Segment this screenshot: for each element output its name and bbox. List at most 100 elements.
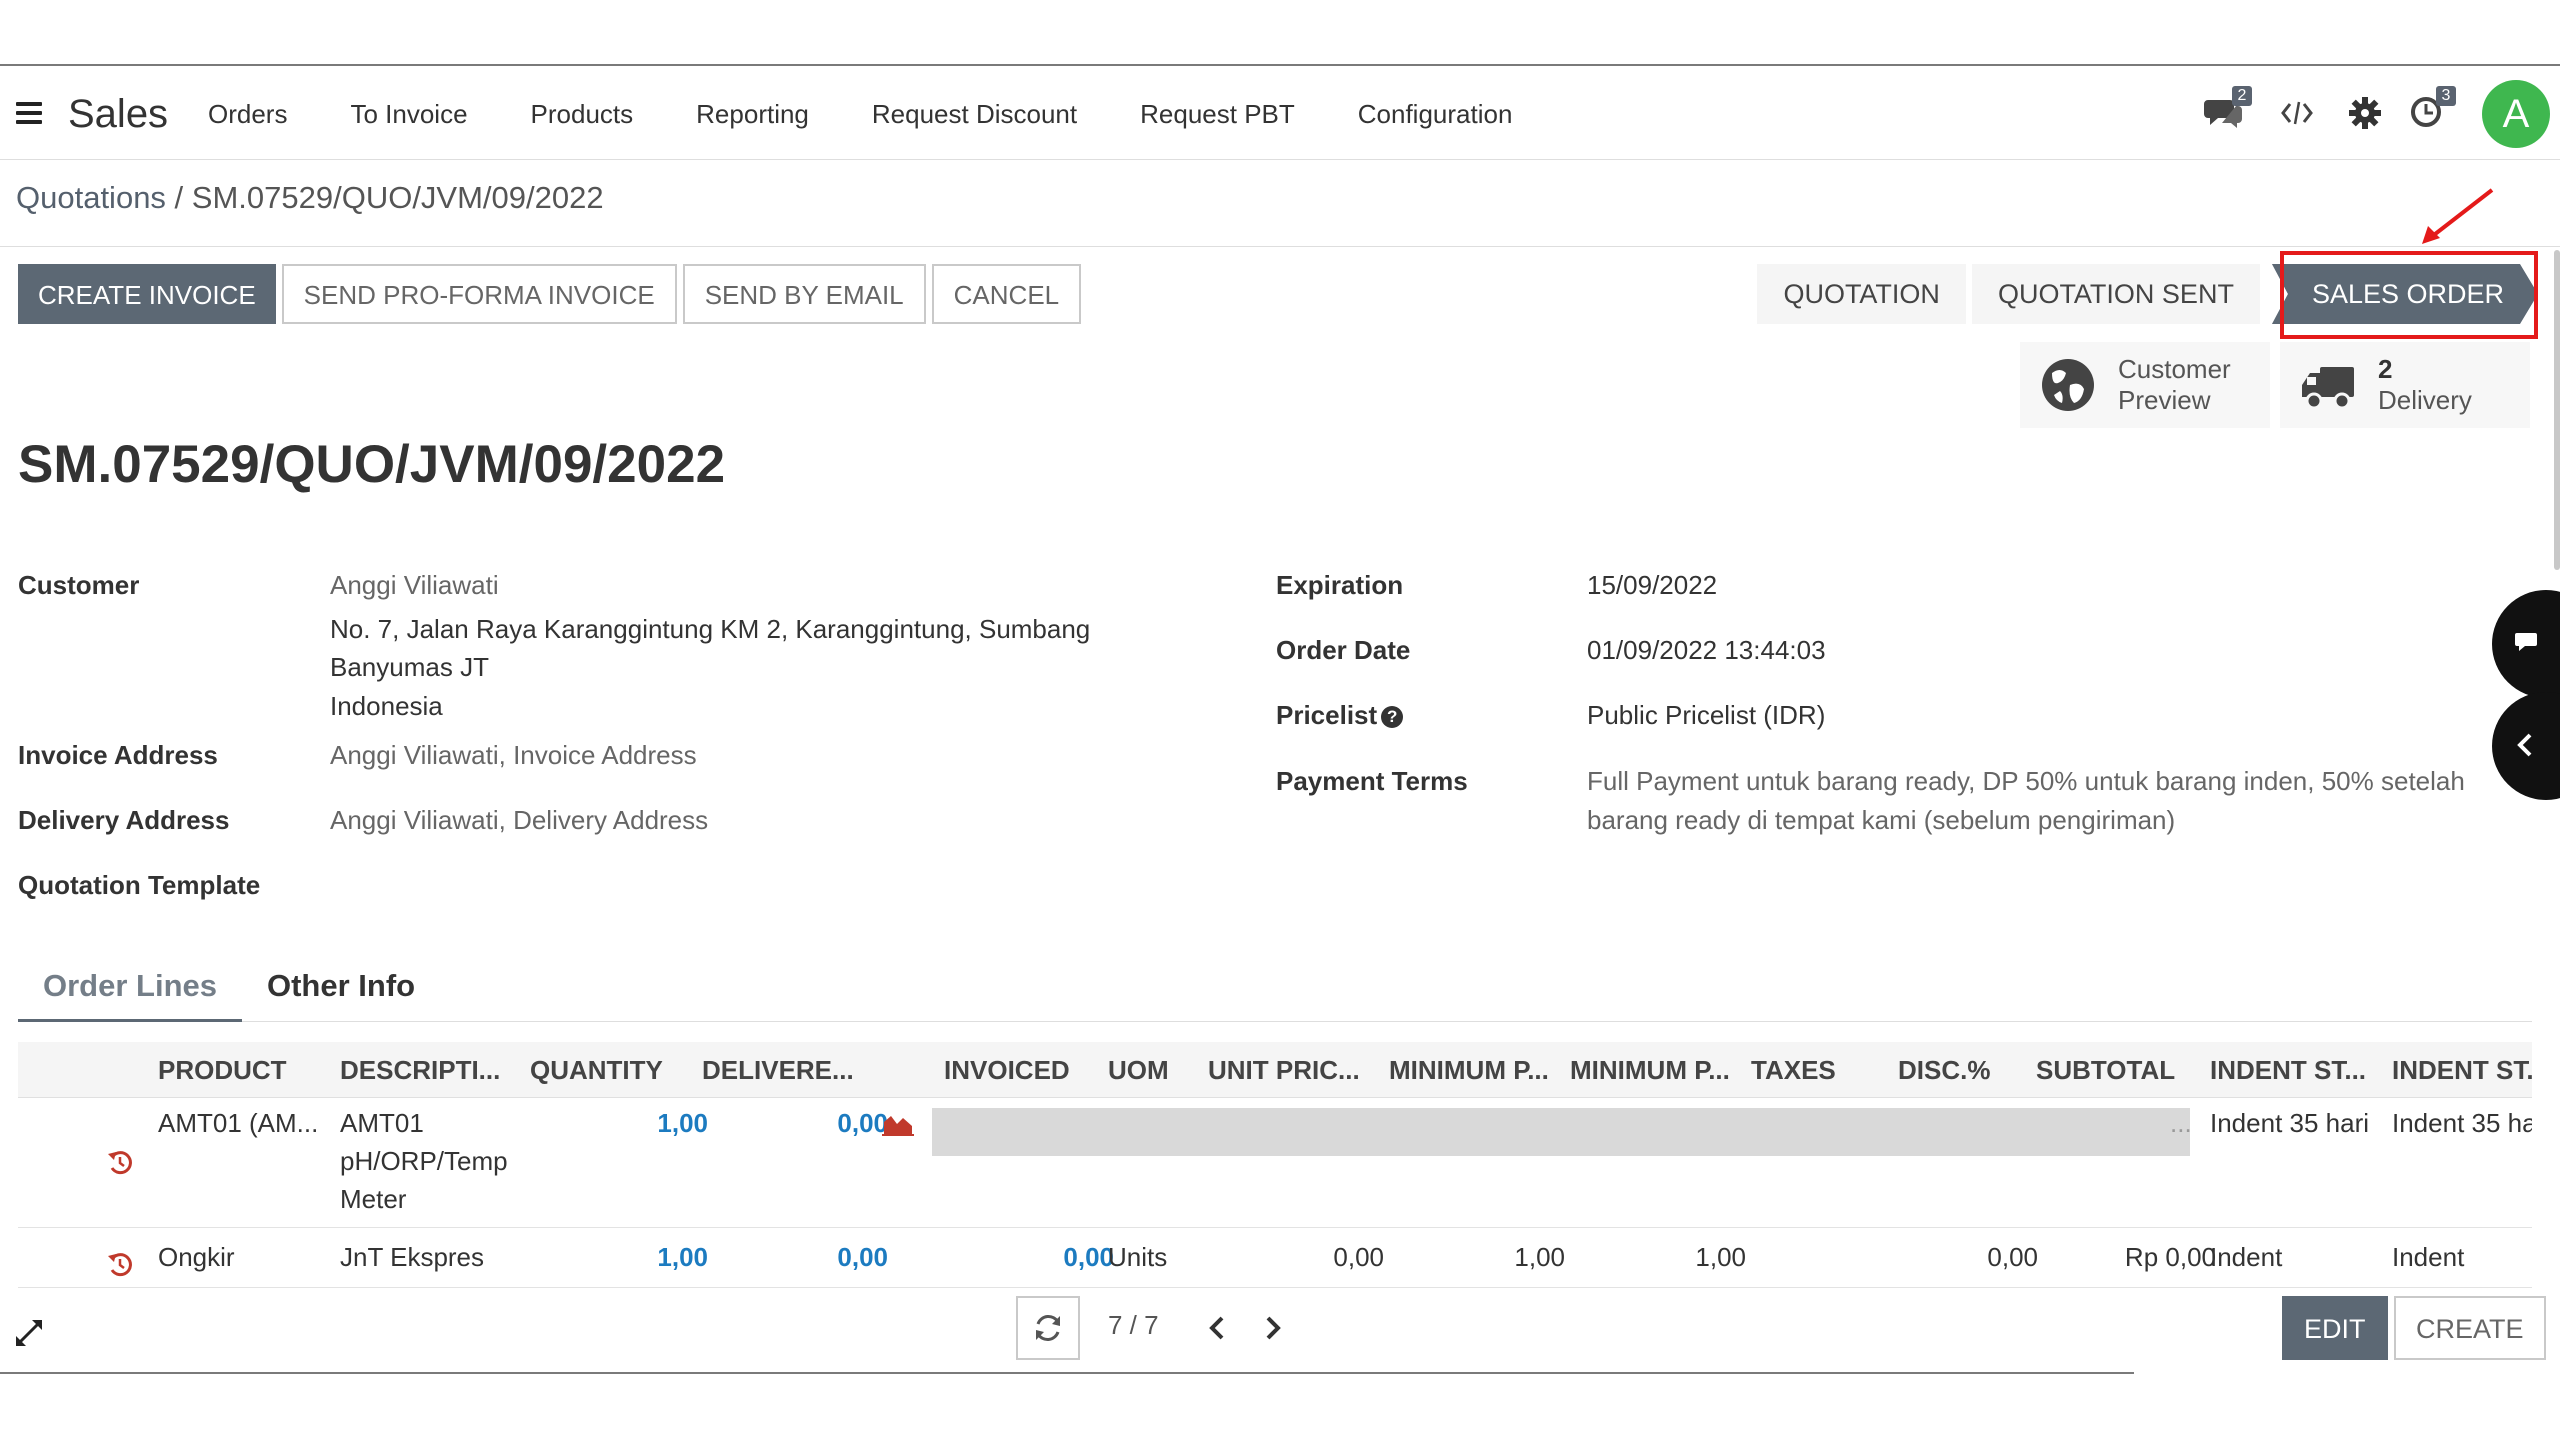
row2-delivered: 0,00 bbox=[837, 1242, 888, 1272]
app-name[interactable]: Sales bbox=[68, 88, 168, 140]
chat-bubbles-icon[interactable]: 2 bbox=[2204, 86, 2252, 132]
code-brackets-icon[interactable] bbox=[2280, 98, 2320, 138]
footer-divider bbox=[0, 1372, 2134, 1374]
delivery-button[interactable]: 2 Delivery bbox=[2280, 342, 2530, 428]
annotation-arrow-icon bbox=[2422, 188, 2494, 244]
order-lines-header: PRODUCT DESCRIPTI... QUANTITY DELIVERE..… bbox=[18, 1042, 2532, 1098]
table-row[interactable]: AMT01 (AM... AMT01 pH/ORP/Temp Meter 1,0… bbox=[18, 1098, 2532, 1228]
main-menu: Orders To Invoice Products Reporting Req… bbox=[208, 68, 1575, 160]
col-description[interactable]: DESCRIPTI... bbox=[340, 1042, 520, 1098]
col-discount[interactable]: DISC.% bbox=[1898, 1042, 2018, 1098]
menu-configuration[interactable]: Configuration bbox=[1358, 99, 1513, 130]
main-navbar: Sales Orders To Invoice Products Reporti… bbox=[0, 68, 2560, 160]
menu-orders[interactable]: Orders bbox=[208, 99, 287, 130]
stage-quotation[interactable]: QUOTATION bbox=[1757, 264, 1966, 324]
floating-chat-button[interactable] bbox=[2492, 590, 2560, 698]
action-buttons: CREATE INVOICE SEND PRO-FORMA INVOICE SE… bbox=[18, 264, 1087, 324]
col-indent-status-1[interactable]: INDENT ST... bbox=[2210, 1042, 2386, 1098]
stage-quotation-sent[interactable]: QUOTATION SENT bbox=[1971, 264, 2260, 324]
floating-collapse-button[interactable] bbox=[2492, 692, 2560, 800]
expand-icon[interactable] bbox=[14, 1318, 44, 1348]
tab-other-info[interactable]: Other Info bbox=[242, 956, 440, 1022]
col-quantity[interactable]: QUANTITY bbox=[530, 1042, 680, 1098]
delivery-label: Delivery bbox=[2378, 385, 2472, 415]
row2-indent-status-2: Indent bbox=[2392, 1242, 2465, 1272]
clock-activity-icon[interactable]: 3 bbox=[2408, 86, 2456, 132]
forecast-chart-icon[interactable] bbox=[882, 1112, 914, 1136]
chevron-left-icon[interactable] bbox=[1204, 1312, 1232, 1344]
refresh-icon bbox=[1036, 1315, 1060, 1341]
delivery-address-label: Delivery Address bbox=[18, 805, 230, 835]
customer-preview-button[interactable]: Customer Preview bbox=[2020, 342, 2270, 428]
row2-uom: Units bbox=[1108, 1242, 1168, 1272]
messages-count-badge: 2 bbox=[2232, 86, 2252, 106]
help-question-icon[interactable]: ? bbox=[1381, 706, 1404, 729]
col-delivered[interactable]: DELIVERE... bbox=[702, 1042, 862, 1098]
chevron-right-icon[interactable] bbox=[1258, 1312, 1286, 1344]
row1-indent-status-1: Indent 35 hari bbox=[2210, 1108, 2370, 1138]
breadcrumb-divider bbox=[0, 246, 2560, 247]
customer-name-link[interactable]: Anggi Viliawati bbox=[330, 566, 499, 605]
delivery-address-link[interactable]: Anggi Viliawati, Delivery Address bbox=[330, 801, 708, 840]
invoice-address-label: Invoice Address bbox=[18, 740, 218, 770]
col-taxes[interactable]: TAXES bbox=[1751, 1042, 1871, 1098]
history-undo-icon[interactable] bbox=[106, 1250, 134, 1278]
customer-address-line3: Indonesia bbox=[330, 691, 443, 721]
create-invoice-button[interactable]: CREATE INVOICE bbox=[18, 264, 276, 324]
gear-icon[interactable] bbox=[2348, 96, 2388, 136]
row2-product: Ongkir bbox=[158, 1242, 235, 1272]
pricelist-label: Pricelist? bbox=[1276, 700, 1404, 731]
user-avatar[interactable]: A bbox=[2482, 80, 2550, 148]
refresh-button[interactable] bbox=[1016, 1296, 1080, 1360]
menu-request-discount[interactable]: Request Discount bbox=[872, 99, 1077, 130]
expiration-label: Expiration bbox=[1276, 570, 1404, 600]
scrollbar[interactable] bbox=[2554, 250, 2560, 570]
menu-products[interactable]: Products bbox=[531, 99, 634, 130]
row2-indent-status-1: Indent bbox=[2210, 1242, 2283, 1272]
col-indent-status-2[interactable]: INDENT ST. bbox=[2392, 1042, 2532, 1098]
col-product[interactable]: PRODUCT bbox=[158, 1042, 328, 1098]
col-unit-price[interactable]: UNIT PRIC... bbox=[1208, 1042, 1384, 1098]
pricelist-value: Public Pricelist (IDR) bbox=[1587, 700, 1826, 730]
col-invoiced[interactable]: INVOICED bbox=[944, 1042, 1094, 1098]
order-date-label: Order Date bbox=[1276, 635, 1411, 665]
invoice-address-link[interactable]: Anggi Viliawati, Invoice Address bbox=[330, 736, 697, 775]
row2-invoiced: 0,00 bbox=[1063, 1242, 1114, 1272]
send-by-email-button[interactable]: SEND BY EMAIL bbox=[682, 264, 926, 324]
annotation-highlight-box bbox=[2280, 251, 2538, 339]
history-undo-icon[interactable] bbox=[106, 1148, 134, 1176]
col-subtotal[interactable]: SUBTOTAL bbox=[2036, 1042, 2186, 1098]
row2-minimum-price-2: 1,00 bbox=[1695, 1242, 1746, 1272]
col-minimum-price-1[interactable]: MINIMUM P... bbox=[1389, 1042, 1565, 1098]
breadcrumb-separator: / bbox=[165, 180, 192, 215]
delivery-count: 2 bbox=[2378, 354, 2393, 384]
tab-order-lines[interactable]: Order Lines bbox=[18, 956, 242, 1022]
cancel-button[interactable]: CANCEL bbox=[931, 264, 1082, 324]
menu-to-invoice[interactable]: To Invoice bbox=[350, 99, 467, 130]
edit-button[interactable]: EDIT bbox=[2282, 1296, 2388, 1360]
notebook-tabs: Order Lines Other Info bbox=[18, 956, 2532, 1022]
systray: 2 3 A bbox=[2200, 68, 2560, 160]
document-title: SM.07529/QUO/JVM/09/2022 bbox=[18, 435, 726, 494]
menu-hamburger-icon[interactable] bbox=[16, 102, 42, 124]
pager-value[interactable]: 7 / 7 bbox=[1108, 1310, 1159, 1341]
table-row[interactable]: Ongkir JnT Ekspres 1,00 0,00 0,00 Units … bbox=[18, 1228, 2532, 1288]
menu-reporting[interactable]: Reporting bbox=[696, 99, 809, 130]
create-button[interactable]: CREATE bbox=[2394, 1296, 2546, 1360]
chevron-left-icon bbox=[2517, 733, 2532, 757]
customer-preview-line2: Preview bbox=[2118, 385, 2211, 415]
hidden-values-bar bbox=[932, 1108, 2190, 1156]
row1-product: AMT01 (AM... bbox=[158, 1108, 319, 1138]
col-minimum-price-2[interactable]: MINIMUM P... bbox=[1570, 1042, 1746, 1098]
send-proforma-button[interactable]: SEND PRO-FORMA INVOICE bbox=[281, 264, 677, 324]
top-blank-area bbox=[0, 0, 2560, 66]
payment-terms-line2[interactable]: barang ready di tempat kami (sebelum pen… bbox=[1587, 801, 2175, 840]
menu-request-pbt[interactable]: Request PBT bbox=[1140, 99, 1295, 130]
globe-icon bbox=[2042, 359, 2094, 411]
row2-description: JnT Ekspres bbox=[340, 1242, 485, 1272]
col-uom[interactable]: UOM bbox=[1108, 1042, 1188, 1098]
chat-icon bbox=[2515, 633, 2537, 651]
breadcrumb-quotations[interactable]: Quotations bbox=[16, 180, 166, 215]
payment-terms-line1[interactable]: Full Payment untuk barang ready, DP 50% … bbox=[1587, 762, 2465, 801]
customer-preview-line1: Customer bbox=[2118, 354, 2231, 384]
